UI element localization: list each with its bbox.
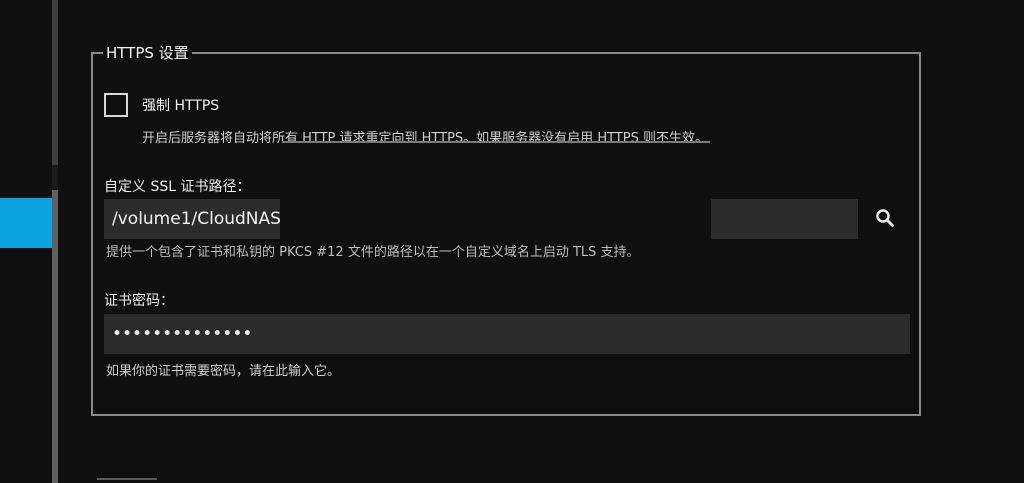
force-https-checkbox[interactable] (104, 93, 128, 117)
section-title: HTTPS 设置 (106, 44, 189, 62)
ssl-cert-path-label: 自定义 SSL 证书路径： (104, 179, 251, 195)
sidebar-active-item[interactable] (0, 198, 52, 248)
cert-password-help: 如果你的证书需要密码，请在此输入它。 (106, 364, 341, 379)
ssl-cert-path-value: /volume1/CloudNAS/ (112, 209, 287, 229)
cert-password-input[interactable]: •••••••••••••• (104, 314, 910, 354)
cert-password-label: 证书密码： (104, 293, 174, 309)
scrollbar-track-segment (52, 0, 58, 165)
browse-cert-button[interactable] (870, 203, 900, 233)
ssl-cert-path-help: 提供一个包含了证书和私钥的 PKCS #12 文件的路径以在一个自定义域名上启动… (106, 245, 640, 260)
input-occlusion (280, 199, 711, 239)
ssl-cert-path-input[interactable]: /volume1/CloudNAS/ (104, 199, 858, 239)
settings-page: HTTPS 设置 强制 HTTPS 开启后服务器将自动将所有 HTTP 请求重定… (0, 0, 1024, 483)
next-section-edge (97, 478, 157, 483)
cert-password-value: •••••••••••••• (112, 324, 253, 344)
force-https-help: 开启后服务器将自动将所有 HTTP 请求重定向到 HTTPS。如果服务器没有启用… (142, 131, 708, 146)
help-underline (282, 141, 710, 143)
sidebar (0, 0, 52, 483)
scrollbar-thumb[interactable] (52, 190, 58, 483)
scrollbar[interactable] (52, 0, 58, 483)
force-https-label: 强制 HTTPS (142, 98, 220, 114)
search-icon (876, 209, 894, 227)
force-https-row[interactable]: 强制 HTTPS (104, 93, 219, 117)
